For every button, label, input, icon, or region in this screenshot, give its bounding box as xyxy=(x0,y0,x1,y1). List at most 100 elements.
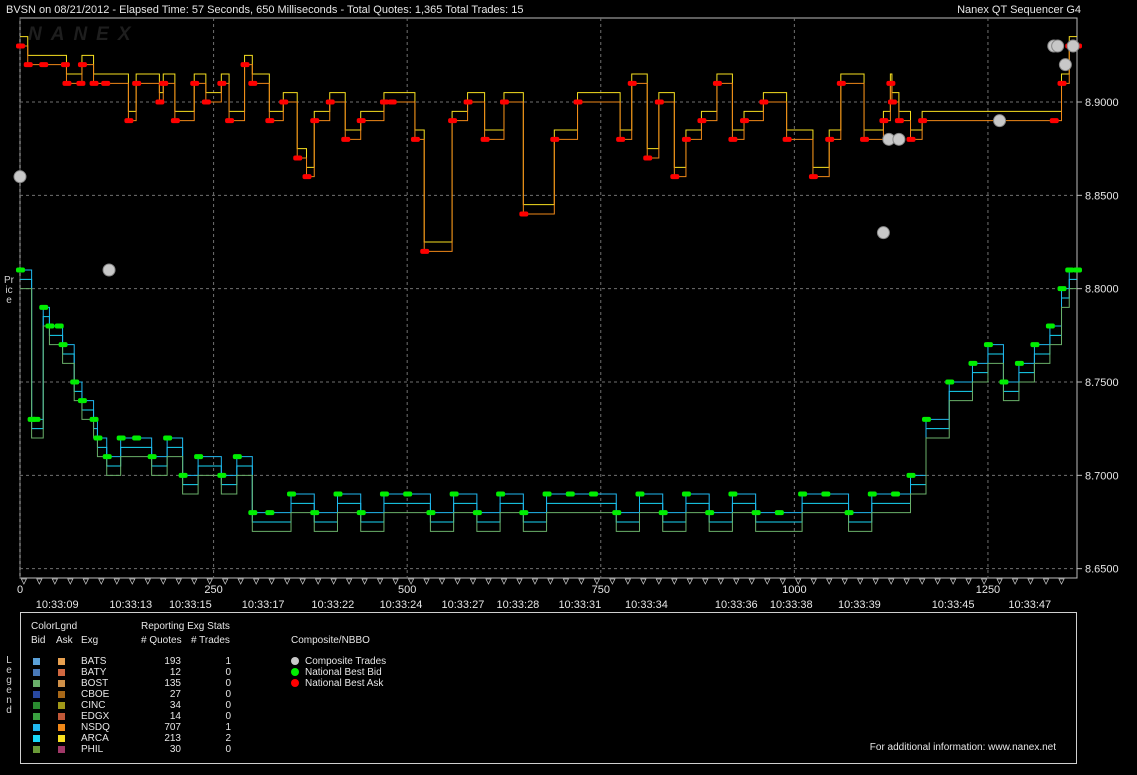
best-bid-marker xyxy=(265,510,275,516)
x-axis-marker xyxy=(562,578,570,585)
legend-exchange-name: CBOE xyxy=(81,689,110,700)
best-ask-marker xyxy=(240,62,250,68)
x-axis-marker xyxy=(82,578,89,585)
best-bid-marker xyxy=(39,304,49,310)
best-ask-marker xyxy=(89,80,99,86)
best-bid-marker xyxy=(102,454,112,460)
legend-ask-header: Ask xyxy=(56,635,73,646)
best-bid-marker xyxy=(1065,267,1075,273)
legend-exg-header: Exg xyxy=(81,635,99,646)
best-bid-marker xyxy=(333,491,343,497)
legend-composite-dot xyxy=(291,668,299,676)
y-tick-label: 8.7500 xyxy=(1085,377,1119,389)
x-axis-marker xyxy=(423,578,430,585)
legend-exchange-quotes: 27 xyxy=(169,689,181,700)
best-ask-marker xyxy=(448,118,458,124)
legend-exchange-quotes: 193 xyxy=(164,656,181,667)
trade-marker xyxy=(892,132,906,146)
legend-composite-dot xyxy=(291,679,299,687)
best-bid-marker xyxy=(132,435,142,441)
legend-composite-dot xyxy=(291,657,299,665)
best-bid-marker xyxy=(867,491,877,497)
legend-exchange-quotes: 707 xyxy=(164,722,181,733)
trade-marker xyxy=(13,170,27,184)
best-bid-marker xyxy=(906,472,916,478)
best-bid-marker xyxy=(93,435,103,441)
best-ask-marker xyxy=(825,136,835,142)
best-ask-marker xyxy=(654,99,664,105)
best-ask-marker xyxy=(499,99,509,105)
trade-marker xyxy=(1058,58,1072,72)
best-ask-marker xyxy=(681,136,691,142)
legend-panel: ColorLgnd Bid Ask Exg Reporting Exg Stat… xyxy=(20,612,1077,764)
x-time-label: 10:33:24 xyxy=(380,599,423,611)
legend-composite-label: Composite Trades xyxy=(305,656,387,667)
best-ask-marker xyxy=(190,80,200,86)
legend-bid-swatch xyxy=(33,658,40,665)
best-bid-marker xyxy=(496,491,506,497)
x-count-label: 0 xyxy=(17,584,23,596)
best-ask-marker xyxy=(1057,80,1067,86)
legend-bid-swatch xyxy=(33,669,40,676)
nanex-watermark-logo: NANEX xyxy=(28,24,140,45)
x-time-label: 10:33:38 xyxy=(770,599,813,611)
x-axis-marker xyxy=(733,578,740,585)
legend-ask-swatch xyxy=(58,724,65,731)
best-bid-marker xyxy=(1030,342,1040,348)
best-bid-marker xyxy=(968,360,978,366)
legend-exchange-trades: 0 xyxy=(225,711,231,722)
best-bid-marker xyxy=(821,491,831,497)
best-bid-marker xyxy=(751,510,761,516)
legend-trades-header: # Trades xyxy=(191,635,230,646)
x-axis-marker xyxy=(888,578,895,585)
best-bid-marker xyxy=(589,491,599,497)
x-time-label: 10:33:36 xyxy=(715,599,758,611)
x-count-label: 1250 xyxy=(976,584,1000,596)
legend-bid-swatch xyxy=(33,680,40,687)
legend-exchange-quotes: 14 xyxy=(169,711,181,722)
legend-exchange-quotes: 12 xyxy=(169,667,181,678)
legend-exchange-trades: 2 xyxy=(225,733,231,744)
legend-colorlgnd-header: ColorLgnd xyxy=(31,621,78,632)
best-ask-marker xyxy=(159,80,169,86)
best-bid-marker xyxy=(194,454,204,460)
best-bid-marker xyxy=(310,510,320,516)
x-axis-marker xyxy=(129,578,136,585)
x-axis-marker xyxy=(284,578,291,585)
best-bid-marker xyxy=(472,510,482,516)
best-bid-marker xyxy=(58,342,68,348)
x-axis-marker xyxy=(516,578,523,585)
best-bid-marker xyxy=(798,491,808,497)
best-ask-marker xyxy=(265,118,275,124)
best-bid-marker xyxy=(774,510,784,516)
legend-exchange-trades: 0 xyxy=(225,667,231,678)
legend-exchange-name: BATY xyxy=(81,667,107,678)
x-axis-marker xyxy=(686,578,693,585)
best-bid-marker xyxy=(248,510,258,516)
best-bid-marker xyxy=(519,510,529,516)
legend-exchange-name: BATS xyxy=(81,656,107,667)
x-axis-marker xyxy=(764,578,771,585)
best-bid-marker xyxy=(983,342,993,348)
legend-footer: For additional information: www.nanex.ne… xyxy=(869,742,1056,753)
best-bid-marker xyxy=(1073,267,1082,273)
best-ask-marker xyxy=(356,118,366,124)
best-ask-marker xyxy=(860,136,870,142)
x-axis-marker xyxy=(361,578,368,585)
best-ask-marker xyxy=(670,174,680,180)
y-tick-label: 8.8000 xyxy=(1085,284,1119,296)
best-ask-marker xyxy=(101,80,111,86)
legend-ask-swatch xyxy=(58,713,65,720)
best-ask-marker xyxy=(302,174,312,180)
x-time-label: 10:33:31 xyxy=(558,599,601,611)
x-axis-marker xyxy=(454,578,461,585)
legend-bid-swatch xyxy=(33,746,40,753)
x-axis-marker xyxy=(253,578,260,585)
best-ask-marker xyxy=(217,80,227,86)
x-time-label: 10:33:17 xyxy=(242,599,285,611)
best-ask-marker xyxy=(387,99,397,105)
best-ask-marker xyxy=(225,118,235,124)
x-time-label: 10:33:13 xyxy=(109,599,152,611)
legend-ask-swatch xyxy=(58,680,65,687)
x-axis-marker xyxy=(609,578,616,585)
